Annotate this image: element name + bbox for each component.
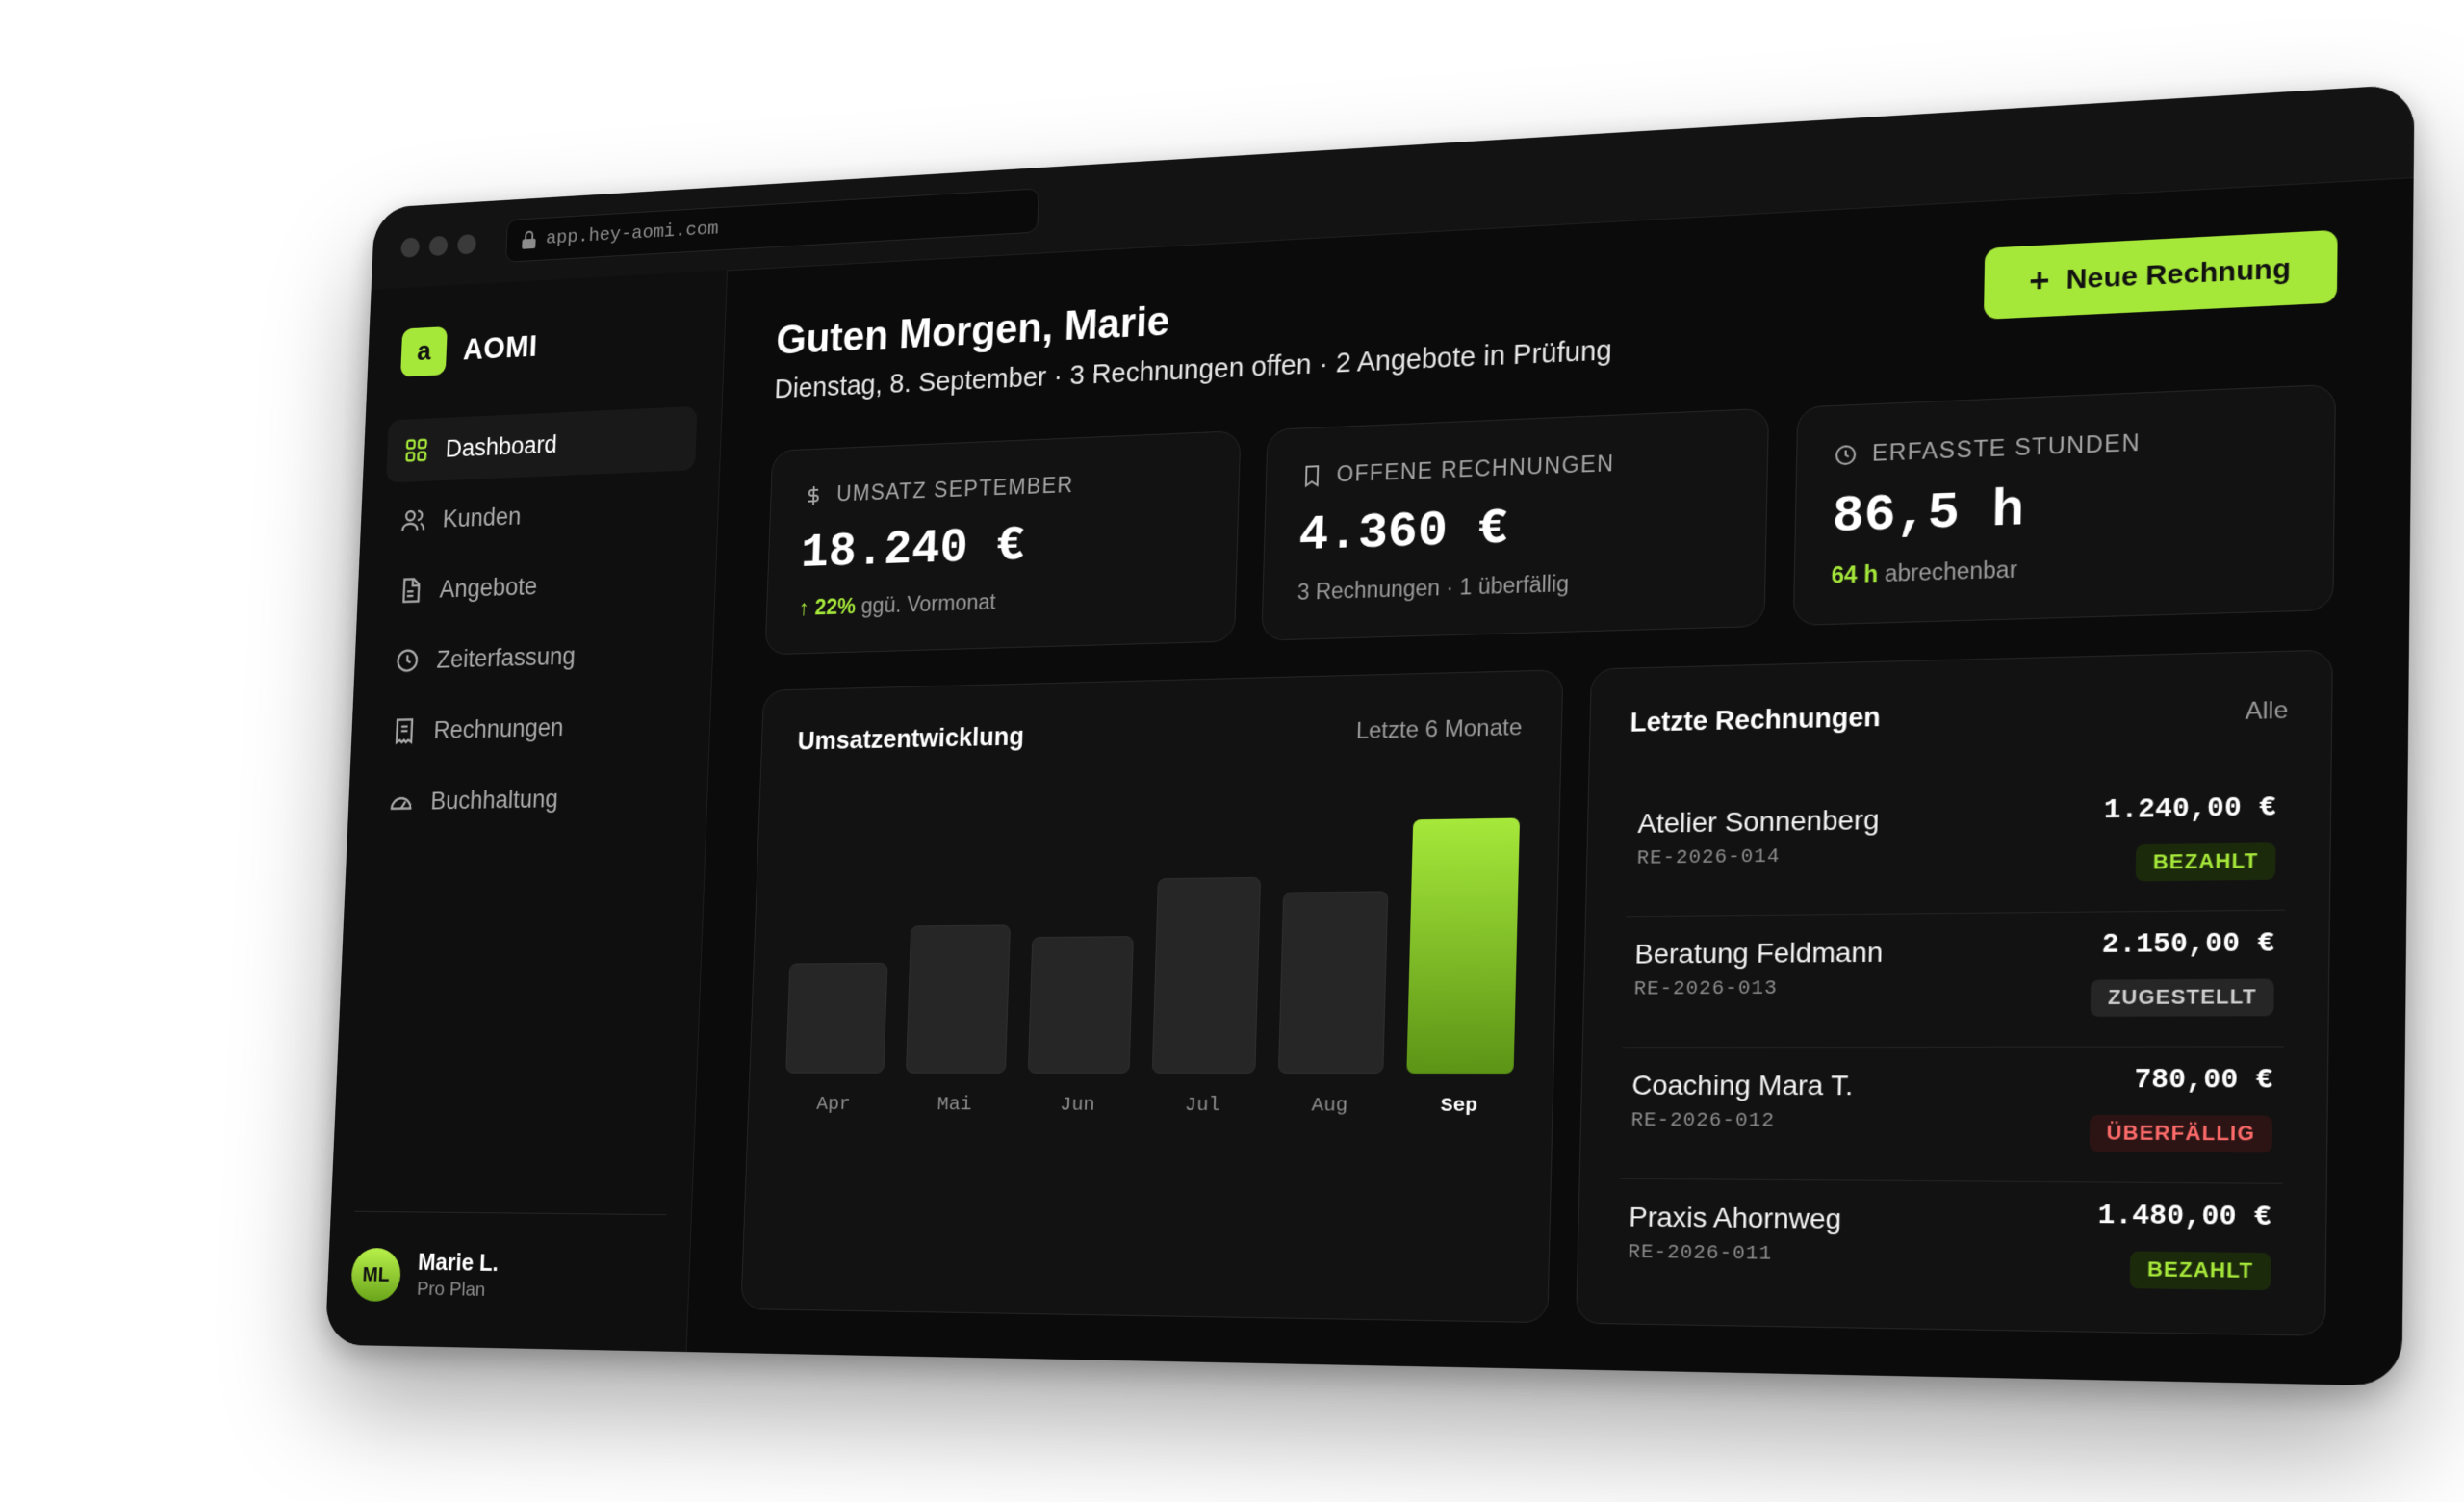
sidebar-item-rechnungen[interactable]: Rechnungen [373,692,686,764]
sidebar-item-kunden[interactable]: Kunden [383,478,695,553]
invoice-row[interactable]: Beratung Feldmann RE-2026-013 2.150,00 €… [1622,910,2286,1049]
invoice-list: Atelier Sonnenberg RE-2026-014 1.240,00 … [1617,774,2288,1322]
main-content: Guten Morgen, Marie Dienstag, 8. Septemb… [686,177,2414,1386]
invoice-amount: 780,00 € [2134,1065,2273,1098]
grid-icon [403,436,429,464]
gauge-icon [388,788,414,816]
kpi-row: UMSATZ SEPTEMBER 18.240 € ↑ 22% ggü. Vor… [764,383,2336,656]
sidebar-item-dashboard[interactable]: Dashboard [385,405,698,483]
bar-label-apr: Apr [816,1094,851,1116]
status-badge: ZUGESTELLT [2091,978,2274,1017]
kpi-label: ERFASSTE STUNDEN [1871,428,2142,466]
sidebar-item-buchhaltung[interactable]: Buchhaltung [371,764,683,834]
sidebar-item-label: Rechnungen [433,712,565,744]
invoice-client: Coaching Mara T. [1631,1069,1854,1101]
app-window: app.hey-aomi.com a AOMI Dashboard Kunden [324,84,2415,1386]
status-badge: BEZAHLT [2135,842,2276,882]
bar-aug[interactable] [1277,891,1389,1074]
kpi-label: OFFENE RECHNUNGEN [1336,450,1615,487]
page-title: Guten Morgen, Marie [775,298,1171,364]
sidebar-item-zeiterfassung[interactable]: Zeiterfassung [376,620,689,692]
receipt-icon [391,717,417,745]
revenue-chart-card: Umsatzentwicklung Letzte 6 Monate Apr Mai… [740,669,1564,1324]
avatar: ML [350,1247,402,1302]
clock-icon [395,647,421,675]
invoice-number: RE-2026-012 [1630,1109,1776,1133]
new-invoice-label: Neue Rechnung [2066,252,2292,296]
kpi-value: 86,5 h [1832,480,2025,547]
kpi-trend: ↑ 22% [798,593,857,620]
bar-label-mai: Mai [937,1094,972,1117]
bar-apr[interactable] [785,962,888,1074]
kpi-foot-text: abrechenbar [1877,556,2018,587]
invoice-client: Praxis Ahornweg [1629,1201,1842,1235]
kpi-label: UMSATZ SEPTEMBER [835,472,1074,506]
kpi-highlight: 64 h [1831,560,1879,588]
user-plan: Pro Plan [416,1278,486,1301]
kpi-card-hours[interactable]: ERFASSTE STUNDEN 86,5 h 64 h abrechenbar [1792,383,2336,627]
kpi-foot-text: 3 Rechnungen · 1 überfällig [1296,570,1570,605]
window-close-dot[interactable] [400,237,421,258]
recent-invoices-card: Letzte Rechnungen Alle Atelier Sonnenber… [1576,649,2333,1336]
sidebar-item-label: Dashboard [445,429,558,462]
status-badge: BEZAHLT [2129,1251,2272,1291]
bookmark-icon [1300,464,1323,488]
bar-jul[interactable] [1151,876,1262,1074]
lock-icon [522,230,536,248]
sidebar-item-label: Zeiterfassung [436,641,577,673]
all-invoices-link[interactable]: Alle [2246,697,2289,727]
chart-range-selector[interactable]: Letzte 6 Monate [1355,714,1522,745]
kpi-card-open-invoices[interactable]: OFFENE RECHNUNGEN 4.360 € 3 Rechnungen ·… [1261,407,1770,641]
bar-label-jun: Jun [1059,1094,1095,1117]
url-text: app.hey-aomi.com [545,218,719,249]
sidebar-item-label: Buchhaltung [429,784,559,815]
invoice-number: RE-2026-014 [1636,845,1781,870]
invoices-title: Letzte Rechnungen [1630,702,1881,738]
bar-label-aug: Aug [1311,1095,1348,1118]
brand-name: AOMI [462,328,539,367]
address-bar[interactable]: app.hey-aomi.com [505,188,1040,263]
invoice-row[interactable]: Coaching Mara T. RE-2026-012 780,00 € ÜB… [1619,1047,2285,1184]
new-invoice-button[interactable]: + Neue Rechnung [1983,229,2338,320]
invoice-row[interactable]: Praxis Ahornweg RE-2026-011 1.480,00 € B… [1617,1179,2283,1322]
logo[interactable]: a AOMI [400,322,539,377]
users-icon [400,506,426,534]
bar-sep[interactable] [1406,817,1521,1075]
sidebar: a AOMI Dashboard Kunden Angebote Zeiterf… [324,270,728,1353]
user-profile[interactable]: ML Marie L. Pro Plan [349,1210,667,1318]
kpi-foot-text: ggü. Vormonat [855,589,996,618]
bar-chart [785,817,1521,1075]
sidebar-item-label: Kunden [442,502,522,532]
bar-jun[interactable] [1027,936,1134,1074]
chart-title: Umsatzentwicklung [797,721,1025,756]
status-badge: ÜBERFÄLLIG [2089,1114,2273,1153]
sidebar-item-label: Angebote [439,572,538,603]
invoice-amount: 1.240,00 € [2103,792,2277,827]
sidebar-nav: Dashboard Kunden Angebote Zeiterfassung … [371,405,698,842]
kpi-value: 4.360 € [1297,500,1509,565]
bar-label-jul: Jul [1184,1094,1221,1118]
invoice-number: RE-2026-013 [1633,977,1779,1001]
invoice-amount: 1.480,00 € [2097,1201,2272,1234]
clock-icon [1834,442,1859,467]
bar-mai[interactable] [905,924,1011,1074]
invoice-client: Atelier Sonnenberg [1637,804,1880,840]
sidebar-item-angebote[interactable]: Angebote [380,549,692,623]
bar-label-sep: Sep [1440,1095,1478,1119]
logo-mark: a [400,326,448,377]
invoice-row[interactable]: Atelier Sonnenberg RE-2026-014 1.240,00 … [1626,774,2288,918]
dollar-icon [803,483,825,506]
kpi-value: 18.240 € [800,518,1026,582]
invoice-amount: 2.150,00 € [2101,929,2275,962]
window-maximize-dot[interactable] [456,233,476,255]
user-name: Marie L. [417,1249,500,1277]
kpi-card-revenue[interactable]: UMSATZ SEPTEMBER 18.240 € ↑ 22% ggü. Vor… [764,430,1242,656]
invoice-number: RE-2026-011 [1628,1241,1773,1267]
invoice-client: Beratung Feldmann [1634,936,1884,970]
window-minimize-dot[interactable] [428,235,449,257]
document-icon [398,577,424,605]
plus-icon: + [2028,261,2050,301]
